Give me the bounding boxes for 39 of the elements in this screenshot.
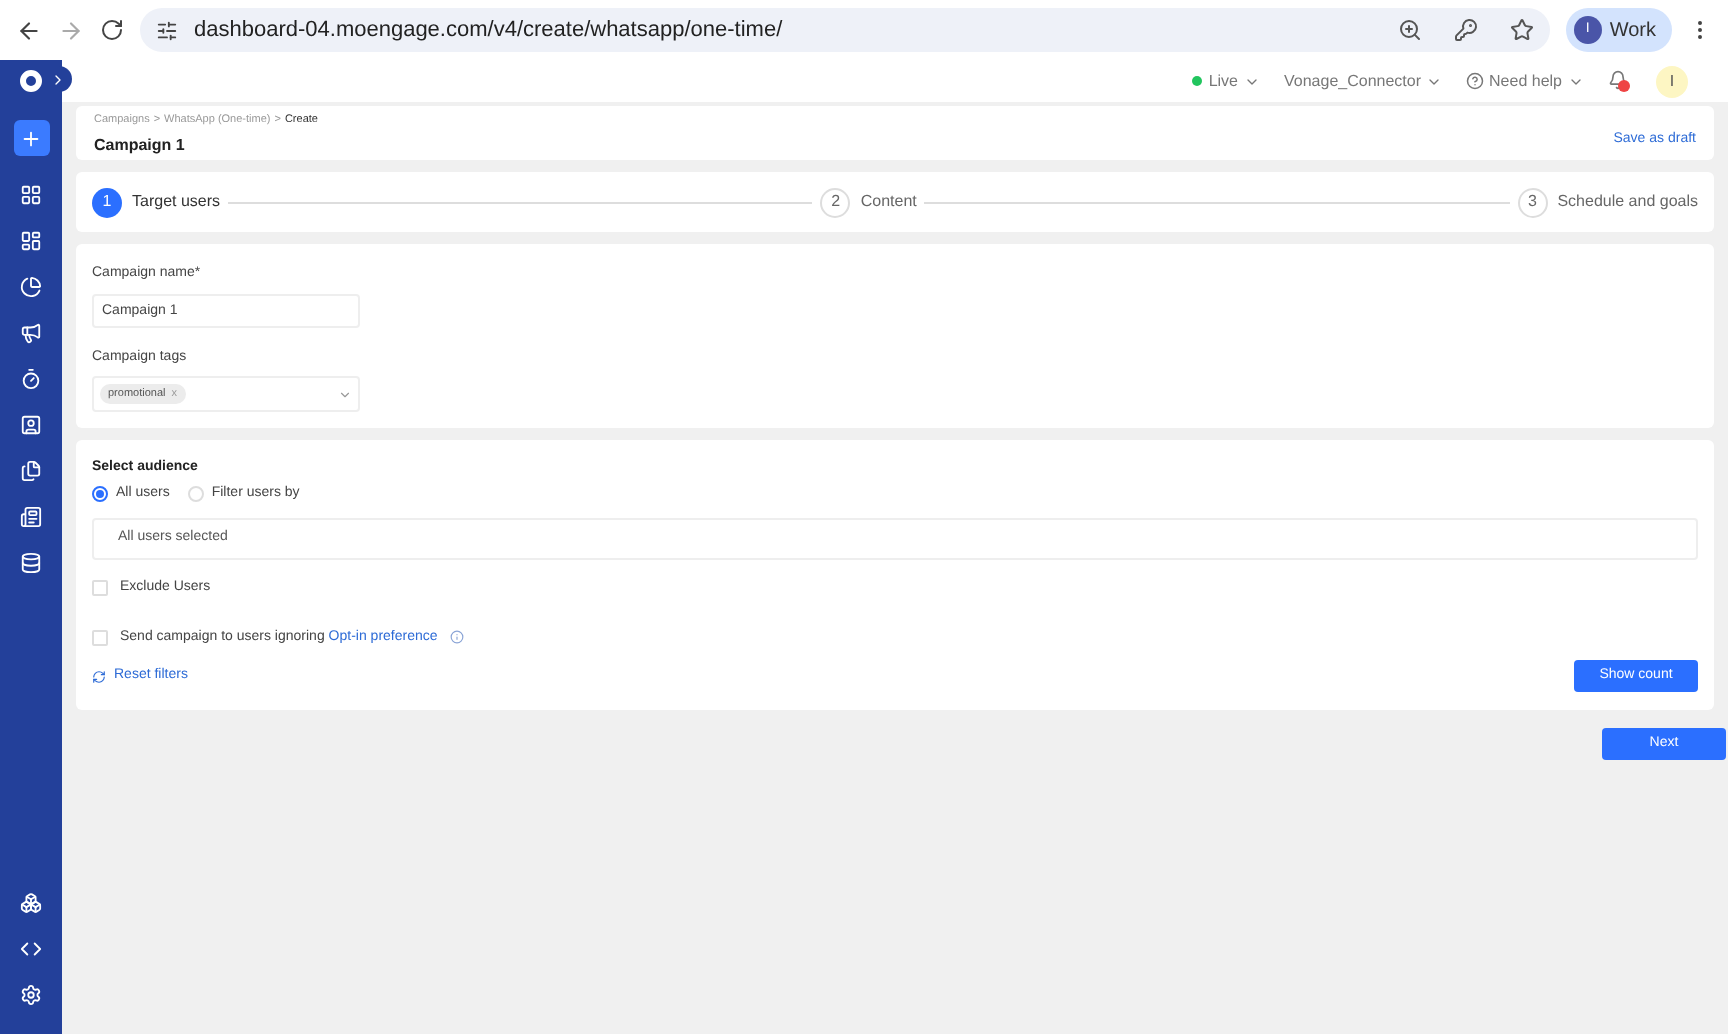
refresh-icon bbox=[92, 669, 106, 683]
dashboard-icon[interactable] bbox=[20, 230, 42, 252]
code-icon[interactable] bbox=[20, 938, 42, 960]
address-bar[interactable]: dashboard-04.moengage.com/v4/create/whatsapp/one-time/ bbox=[140, 8, 1550, 52]
database-icon[interactable] bbox=[20, 552, 42, 574]
user-card-icon[interactable] bbox=[20, 414, 42, 436]
user-avatar[interactable]: I bbox=[1656, 65, 1688, 97]
step-tab[interactable]: 3 Schedule and goals bbox=[1517, 187, 1698, 217]
pie-chart-icon[interactable] bbox=[20, 276, 42, 298]
back-icon[interactable] bbox=[16, 17, 42, 43]
megaphone-icon[interactable] bbox=[20, 322, 42, 344]
help-dropdown[interactable]: Need help bbox=[1465, 69, 1584, 93]
notification-button[interactable] bbox=[1608, 69, 1632, 93]
apps-icon[interactable] bbox=[20, 892, 42, 914]
newspaper-icon[interactable] bbox=[20, 506, 42, 528]
bookmark-star-icon[interactable] bbox=[1509, 18, 1534, 42]
profile-label: Work bbox=[1609, 17, 1658, 45]
zoom-icon[interactable] bbox=[1397, 18, 1422, 42]
reload-icon[interactable] bbox=[100, 18, 124, 42]
chevron-right-icon bbox=[50, 71, 66, 87]
files-icon[interactable] bbox=[20, 460, 42, 482]
settings-icon[interactable] bbox=[20, 984, 42, 1006]
logo-icon bbox=[20, 70, 42, 92]
step-tab[interactable]: 2 Content bbox=[820, 187, 917, 217]
info-icon bbox=[449, 630, 464, 645]
timer-icon[interactable] bbox=[20, 368, 42, 390]
bell-icon bbox=[1608, 69, 1628, 89]
campaign-title: Campaign 1 bbox=[94, 134, 187, 159]
site-settings-icon[interactable] bbox=[156, 19, 178, 41]
help-icon bbox=[1465, 72, 1484, 90]
step-tab[interactable]: 1 Target users bbox=[92, 187, 221, 217]
plus-icon bbox=[20, 127, 42, 149]
key-icon[interactable] bbox=[1453, 18, 1478, 42]
create-button[interactable] bbox=[13, 120, 49, 156]
grid-icon[interactable] bbox=[20, 184, 42, 206]
account-dropdown[interactable]: Vonage_Connector bbox=[1284, 69, 1442, 93]
status-dropdown[interactable]: Live bbox=[1192, 69, 1261, 93]
url-text: dashboard-04.moengage.com/v4/create/whatsapp/one-time/ bbox=[194, 15, 785, 46]
dropdown-caret-icon bbox=[338, 387, 352, 401]
